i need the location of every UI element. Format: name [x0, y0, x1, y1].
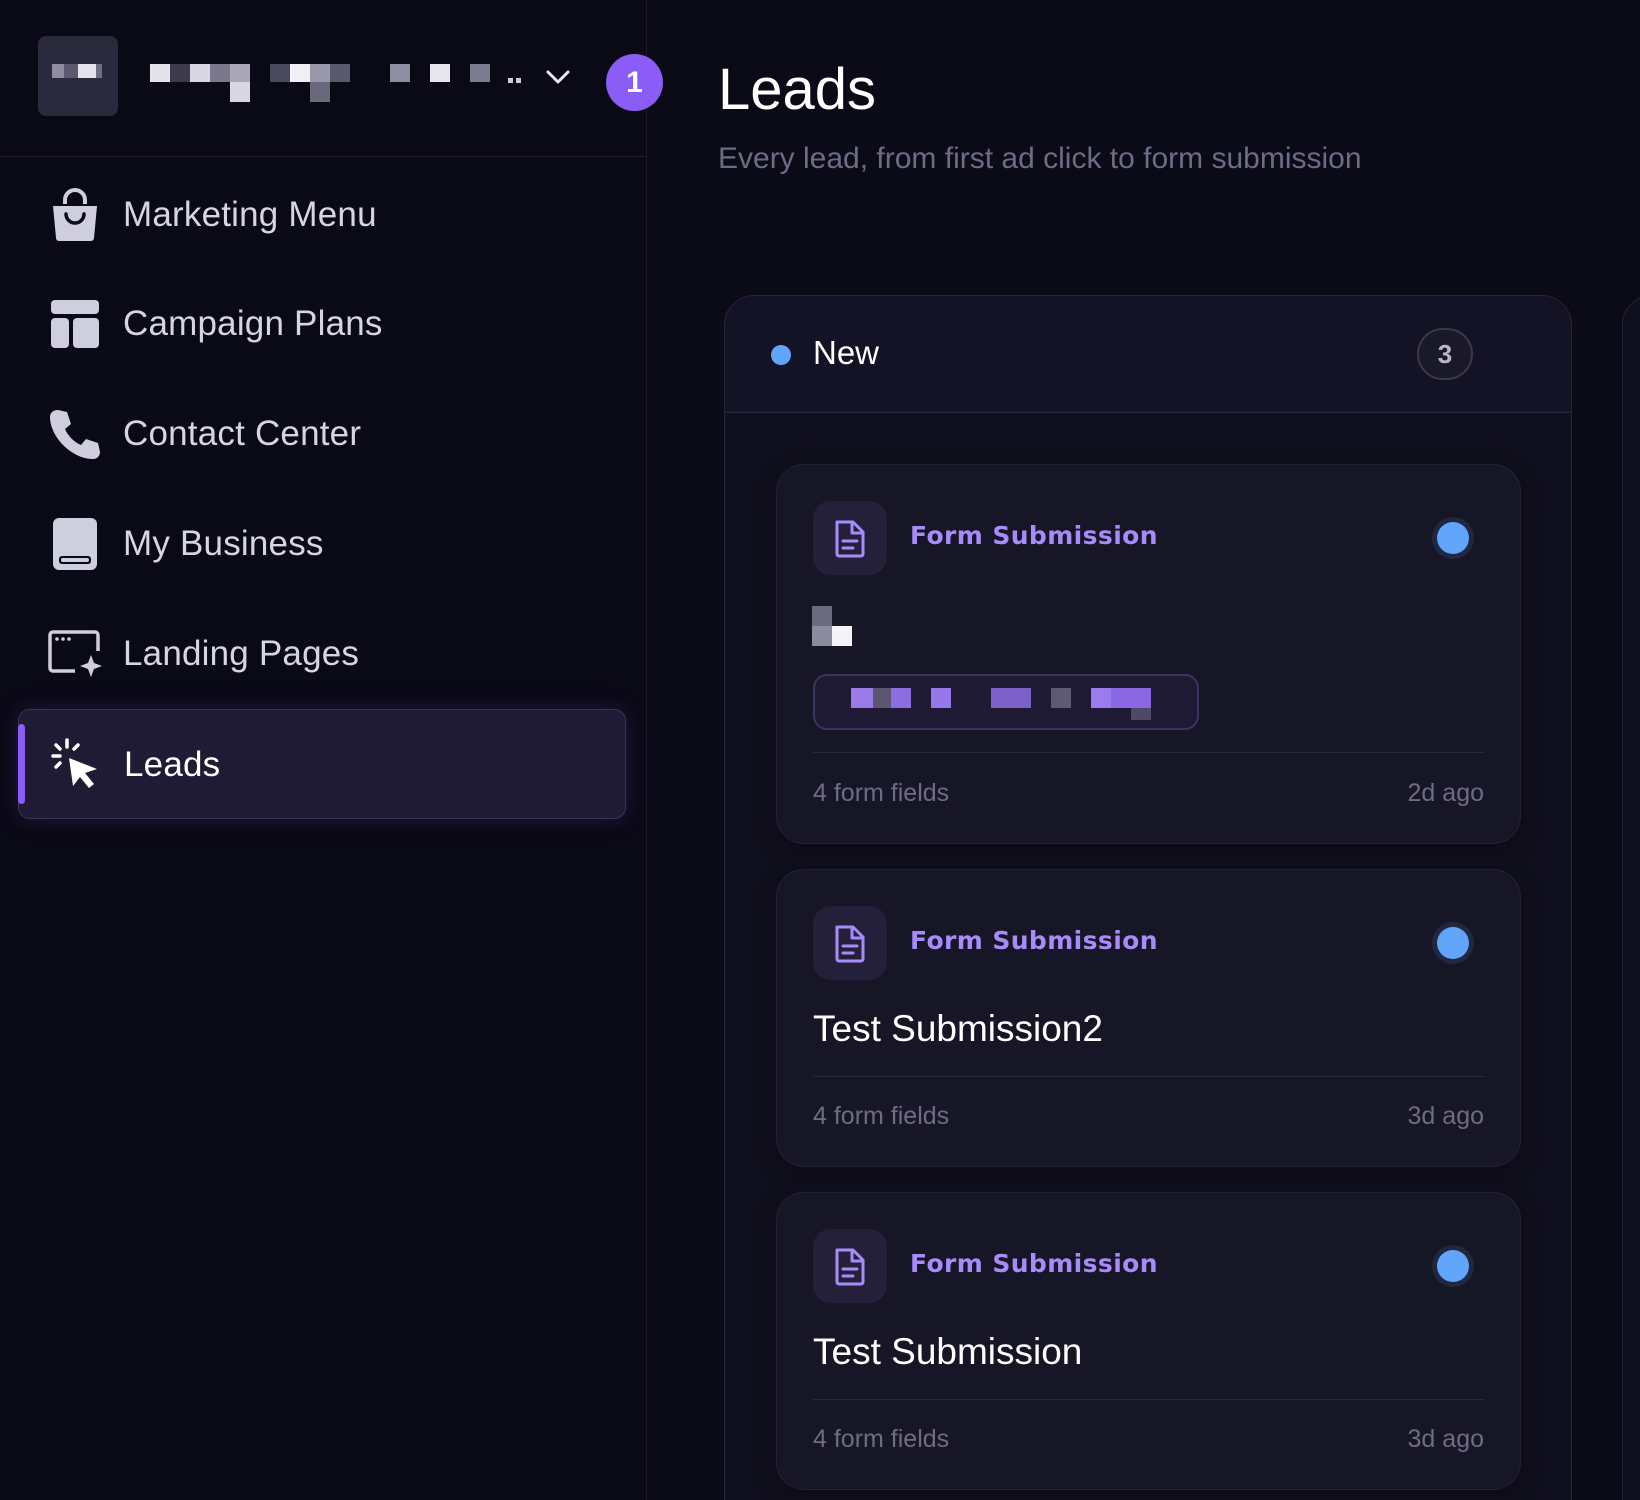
- lead-type: Form Submission: [910, 926, 1158, 955]
- column-count-badge: 3: [1417, 328, 1473, 380]
- sidebar-item-campaign-plans[interactable]: Campaign Plans: [18, 269, 626, 379]
- page-subtitle: Every lead, from first ad click to form …: [718, 142, 1362, 175]
- workspace-avatar[interactable]: [38, 36, 118, 116]
- lead-type: Form Submission: [910, 1249, 1158, 1278]
- timestamp: 3d ago: [1407, 1425, 1484, 1453]
- layout-grid-icon: [46, 295, 104, 353]
- timestamp: 3d ago: [1407, 1102, 1484, 1130]
- browser-sparkle-icon: [46, 625, 104, 683]
- lead-name-redacted: [812, 606, 852, 646]
- sidebar-item-label: Marketing Menu: [123, 195, 377, 234]
- status-dot: [771, 345, 791, 365]
- app-root: █████ █████ ████..: [0, 0, 1640, 1500]
- lead-card[interactable]: Form Submission Test Submission2 4 form …: [776, 869, 1521, 1167]
- sidebar-item-label: Landing Pages: [123, 634, 360, 673]
- card-divider: [813, 1399, 1485, 1400]
- status-dot: [1437, 1250, 1469, 1282]
- form-fields-count: 4 form fields: [813, 1102, 950, 1130]
- workspace-name[interactable]: █████ █████ ████..: [150, 62, 521, 106]
- document-icon: [813, 906, 887, 980]
- lead-name: Test Submission2: [813, 1008, 1103, 1049]
- sidebar-item-label: Campaign Plans: [123, 304, 383, 343]
- chevron-down-icon[interactable]: [543, 62, 573, 92]
- sidebar-item-leads[interactable]: Leads: [18, 709, 626, 819]
- lead-card[interactable]: Form Submission Test Submission 4 form f…: [776, 1192, 1521, 1490]
- shopping-bag-icon: [46, 186, 104, 244]
- lead-tag-redacted: [813, 674, 1199, 730]
- column-header: New 3: [725, 296, 1571, 413]
- kanban-column-next: [1622, 295, 1640, 1500]
- sidebar-item-contact-center[interactable]: Contact Center: [18, 379, 626, 489]
- sidebar-item-label: My Business: [123, 524, 324, 563]
- sidebar-item-landing-pages[interactable]: Landing Pages: [18, 599, 626, 709]
- phone-icon: [46, 405, 104, 463]
- sidebar: █████ █████ ████..: [0, 0, 663, 1500]
- sidebar-item-my-business[interactable]: My Business: [18, 489, 626, 599]
- status-dot: [1437, 927, 1469, 959]
- main-content: Leads Every lead, from first ad click to…: [648, 0, 1640, 1500]
- kanban-column-new: New 3 Form Submission 4 form fields 2d a…: [724, 295, 1572, 1500]
- status-dot: [1437, 522, 1469, 554]
- document-icon: [813, 501, 887, 575]
- form-fields-count: 4 form fields: [813, 779, 950, 807]
- page-title: Leads: [718, 57, 877, 122]
- sidebar-item-label: Leads: [124, 745, 221, 784]
- document-icon: [813, 1229, 887, 1303]
- sidebar-item-marketing-menu[interactable]: Marketing Menu: [18, 160, 626, 270]
- column-title: New: [813, 334, 880, 371]
- lead-type: Form Submission: [910, 521, 1158, 550]
- lead-card[interactable]: Form Submission 4 form fields 2d ago: [776, 464, 1521, 844]
- timestamp: 2d ago: [1407, 779, 1484, 807]
- card-divider: [813, 1076, 1485, 1077]
- form-fields-count: 4 form fields: [813, 1425, 950, 1453]
- cursor-click-icon: [47, 736, 105, 794]
- workspace-switcher[interactable]: █████ █████ ████..: [0, 0, 663, 157]
- sidebar-item-label: Contact Center: [123, 414, 362, 453]
- card-divider: [813, 752, 1485, 753]
- book-icon: [46, 515, 104, 573]
- lead-name: Test Submission: [813, 1331, 1083, 1372]
